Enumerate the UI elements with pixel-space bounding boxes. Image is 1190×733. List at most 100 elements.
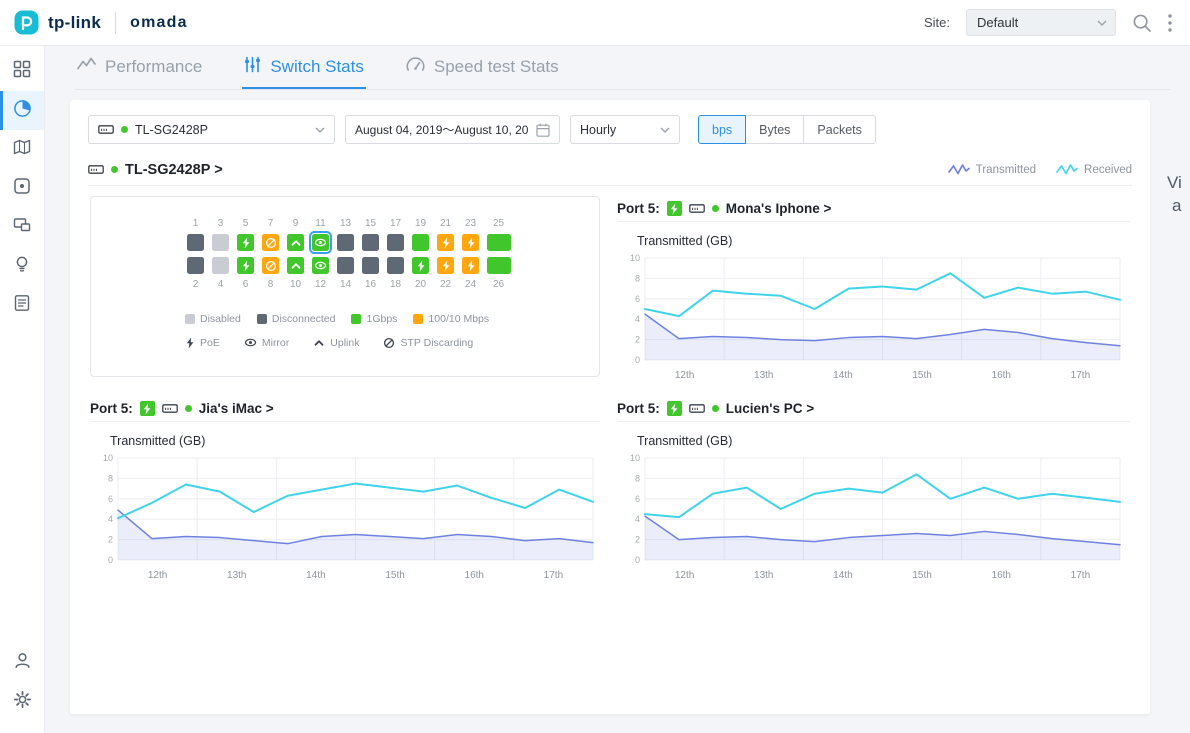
stp-icon [383, 337, 395, 349]
port-2[interactable] [187, 257, 204, 274]
svg-text:4: 4 [635, 314, 640, 324]
port-22[interactable] [437, 257, 454, 274]
port-column: 2526 [485, 217, 512, 291]
sidebar-spacer [0, 325, 44, 643]
svg-text:14th: 14th [306, 570, 325, 581]
unit-bps-button[interactable]: bps [698, 115, 746, 144]
port-24[interactable] [462, 257, 479, 274]
chevron-down-icon [1097, 20, 1107, 26]
port-1[interactable] [187, 234, 204, 251]
svg-text:13th: 13th [754, 370, 773, 381]
port-panel-header[interactable]: Port 5: Lucien's PC > [617, 396, 1130, 422]
tab-performance[interactable]: Performance [75, 46, 204, 89]
port-number: 7 [268, 217, 274, 230]
legend-item-stp: STP Discarding [383, 337, 473, 349]
port-column: 78 [260, 217, 281, 291]
port-26[interactable] [487, 257, 511, 274]
port-15[interactable] [362, 234, 379, 251]
port-5[interactable] [237, 234, 254, 251]
port-map: 1234567891011121314151617181920212223242… [90, 196, 600, 377]
port-17[interactable] [387, 234, 404, 251]
svg-text:4: 4 [635, 514, 640, 524]
client-name[interactable]: Mona's Iphone > [726, 201, 832, 216]
svg-text:10: 10 [630, 453, 640, 463]
port-number: 14 [340, 278, 351, 291]
port-3[interactable] [212, 234, 229, 251]
disconnected-swatch [257, 314, 267, 324]
device-select[interactable]: TL-SG2428P [88, 115, 335, 144]
port-number: 21 [440, 217, 451, 230]
interval-select[interactable]: Hourly [570, 115, 680, 144]
sidebar-item-statistics[interactable] [0, 91, 44, 130]
tab-bar: Performance Switch Stats Speed test Stat… [75, 46, 1170, 90]
client-name[interactable]: Jia's iMac > [199, 401, 274, 416]
sidebar-item-insight[interactable] [0, 247, 44, 286]
port-number: 12 [315, 278, 326, 291]
port-18[interactable] [387, 257, 404, 274]
traffic-chart: 024681012th13th14th15th16th17th [621, 452, 1126, 586]
port-10[interactable] [287, 257, 304, 274]
device-title-text: TL-SG2428P > [125, 162, 223, 178]
svg-text:6: 6 [635, 294, 640, 304]
port-number: 17 [390, 217, 401, 230]
device-title[interactable]: TL-SG2428P > [88, 162, 223, 178]
port-21[interactable] [437, 234, 454, 251]
port-20[interactable] [412, 257, 429, 274]
kebab-menu-icon[interactable] [1168, 14, 1172, 32]
sidebar-item-clients[interactable] [0, 208, 44, 247]
svg-text:15th: 15th [912, 570, 931, 581]
port-column: 12 [185, 217, 206, 291]
tab-label: Switch Stats [270, 57, 364, 77]
brand: tp-link omada [0, 10, 188, 35]
svg-text:17th: 17th [1071, 570, 1090, 581]
svg-text:12th: 12th [148, 570, 167, 581]
sidebar-item-account[interactable] [0, 643, 44, 682]
device-select-value: TL-SG2428P [135, 123, 308, 137]
interval-select-value: Hourly [580, 123, 653, 137]
port-16[interactable] [362, 257, 379, 274]
controls-row: TL-SG2428P August 04, 2019～August 10, 20… [88, 115, 876, 144]
unit-bytes-button[interactable]: Bytes [746, 115, 804, 144]
port-9[interactable] [287, 234, 304, 251]
sidebar-item-settings[interactable] [0, 682, 44, 721]
traffic-chart: 024681012th13th14th15th16th17th [621, 252, 1126, 386]
log-icon [13, 294, 31, 317]
svg-text:13th: 13th [227, 570, 246, 581]
port-8[interactable] [262, 257, 279, 274]
port-panel-header[interactable]: Port 5: Jia's iMac > [90, 396, 600, 422]
port-4[interactable] [212, 257, 229, 274]
chart-title: Transmitted (GB) [637, 434, 1130, 448]
switch-icon [88, 163, 104, 176]
site-select[interactable]: Default [966, 9, 1116, 36]
search-icon[interactable] [1132, 13, 1152, 33]
switch-icon [98, 123, 114, 136]
port-column: 1718 [385, 217, 406, 291]
port-number: 18 [390, 278, 401, 291]
uplink-icon [313, 337, 325, 349]
port-number: 23 [465, 217, 476, 230]
port-12[interactable] [312, 257, 329, 274]
date-range-picker[interactable]: August 04, 2019～August 10, 2019 [345, 115, 560, 144]
port-legend-row1: DisabledDisconnected1Gbps100/10 Mbps [185, 313, 489, 325]
devices-icon [13, 177, 31, 200]
port-19[interactable] [412, 234, 429, 251]
tab-speed-test-stats[interactable]: Speed test Stats [404, 46, 561, 89]
port-panel-header[interactable]: Port 5: Mona's Iphone > [617, 196, 1130, 222]
mirror-icon [244, 336, 257, 349]
port-6[interactable] [237, 257, 254, 274]
sidebar-item-log[interactable] [0, 286, 44, 325]
port-7[interactable] [262, 234, 279, 251]
port-11[interactable] [312, 234, 329, 251]
sidebar-item-dashboard[interactable] [0, 52, 44, 91]
port-23[interactable] [462, 234, 479, 251]
sidebar-item-map[interactable] [0, 130, 44, 169]
port-14[interactable] [337, 257, 354, 274]
port-13[interactable] [337, 234, 354, 251]
port-column: 2324 [460, 217, 481, 291]
tab-switch-stats[interactable]: Switch Stats [242, 46, 366, 89]
sidebar-item-devices[interactable] [0, 169, 44, 208]
unit-packets-button[interactable]: Packets [804, 115, 875, 144]
client-name[interactable]: Lucien's PC > [726, 401, 814, 416]
port-column: 1516 [360, 217, 381, 291]
port-25[interactable] [487, 234, 511, 251]
